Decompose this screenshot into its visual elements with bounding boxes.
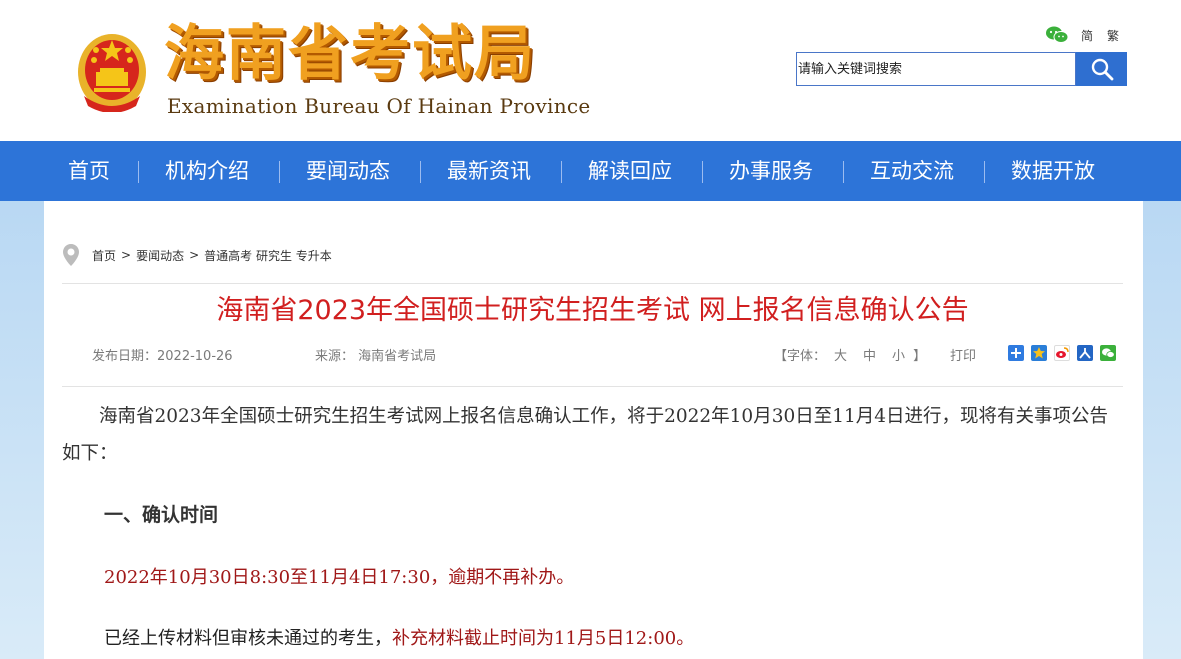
share-buttons — [1008, 345, 1123, 361]
divider — [62, 386, 1123, 387]
nav-item-interaction[interactable]: 互动交流 — [870, 141, 954, 201]
share-plus-icon[interactable] — [1008, 345, 1024, 361]
nav-separator — [420, 161, 421, 183]
nav-separator — [984, 161, 985, 183]
renren-icon[interactable] — [1077, 345, 1093, 361]
print-button[interactable]: 打印 — [950, 345, 976, 364]
nav-item-news[interactable]: 要闻动态 — [306, 141, 390, 201]
font-size-close: 】 — [913, 349, 927, 364]
nav-separator — [279, 161, 280, 183]
font-medium-button[interactable]: 中 — [863, 345, 876, 364]
confirmation-time-paragraph: 2022年10月30日8:30至11月4日17:30，逾期不再补办。 — [104, 567, 575, 588]
nav-separator — [561, 161, 562, 183]
location-pin-icon — [63, 244, 79, 266]
nav-item-open-data[interactable]: 数据开放 — [1011, 141, 1095, 201]
wechat-share-icon[interactable] — [1100, 345, 1116, 361]
qzone-icon[interactable] — [1031, 345, 1047, 361]
national-emblem-icon — [78, 34, 146, 112]
main-navigation: 首页 机构介绍 要闻动态 最新资讯 解读回应 办事服务 互动交流 数据开放 — [0, 141, 1181, 201]
nav-item-latest[interactable]: 最新资讯 — [447, 141, 531, 201]
supplement-note-text: 已经上传材料但审核未通过的考生， — [104, 628, 392, 649]
divider — [62, 283, 1123, 284]
site-logo-english: Examination Bureau Of Hainan Province — [167, 94, 591, 118]
publish-date: 发布日期：2022-10-26 — [92, 349, 233, 364]
wechat-icon[interactable] — [1045, 25, 1069, 45]
site-header: 海南省考试局 Examination Bureau Of Hainan Prov… — [0, 0, 1181, 141]
article-source: 来源： 海南省考试局 — [315, 349, 437, 364]
font-size-controls: 【字体： 大 中 小 】 — [774, 345, 926, 364]
breadcrumb-category[interactable]: 普通高考 研究生 专升本 — [204, 247, 332, 264]
traditional-chinese-link[interactable]: 繁 — [1107, 27, 1119, 44]
nav-item-services[interactable]: 办事服务 — [729, 141, 813, 201]
nav-item-interpretation[interactable]: 解读回应 — [588, 141, 672, 201]
search-box — [796, 52, 1076, 86]
breadcrumb-home[interactable]: 首页 — [92, 247, 116, 264]
site-logo-chinese: 海南省考试局 — [164, 19, 536, 89]
search-input[interactable] — [797, 53, 1075, 85]
nav-item-about[interactable]: 机构介绍 — [165, 141, 249, 201]
breadcrumb-separator: > — [121, 248, 132, 262]
supplement-deadline-text: 补充材料截止时间为11月5日12:00。 — [392, 628, 695, 649]
article-title: 海南省2023年全国硕士研究生招生考试 网上报名信息确认公告 — [216, 295, 969, 326]
weibo-icon[interactable] — [1054, 345, 1070, 361]
search-icon — [1091, 58, 1113, 81]
article-body: 海南省2023年全国硕士研究生招生考试网上报名信息确认工作，将于2022年10月… — [62, 398, 1125, 472]
article-intro-paragraph: 海南省2023年全国硕士研究生招生考试网上报名信息确认工作，将于2022年10月… — [62, 406, 1109, 464]
breadcrumb: 首页 > 要闻动态 > 普通高考 研究生 专升本 — [62, 238, 332, 272]
nav-separator — [138, 161, 139, 183]
simplified-chinese-link[interactable]: 简 — [1081, 27, 1093, 44]
font-size-label: 【字体： — [774, 349, 827, 364]
breadcrumb-news[interactable]: 要闻动态 — [136, 247, 184, 264]
breadcrumb-separator: > — [189, 248, 200, 262]
nav-item-home[interactable]: 首页 — [68, 141, 110, 201]
nav-separator — [843, 161, 844, 183]
utility-links: 简 繁 — [1045, 24, 1133, 46]
font-large-button[interactable]: 大 — [834, 345, 847, 364]
font-small-button[interactable]: 小 — [892, 345, 905, 364]
nav-separator — [702, 161, 703, 183]
supplement-note-paragraph: 已经上传材料但审核未通过的考生，补充材料截止时间为11月5日12:00。 — [104, 624, 694, 650]
search-button[interactable] — [1076, 52, 1127, 86]
section-heading: 一、确认时间 — [104, 504, 219, 526]
